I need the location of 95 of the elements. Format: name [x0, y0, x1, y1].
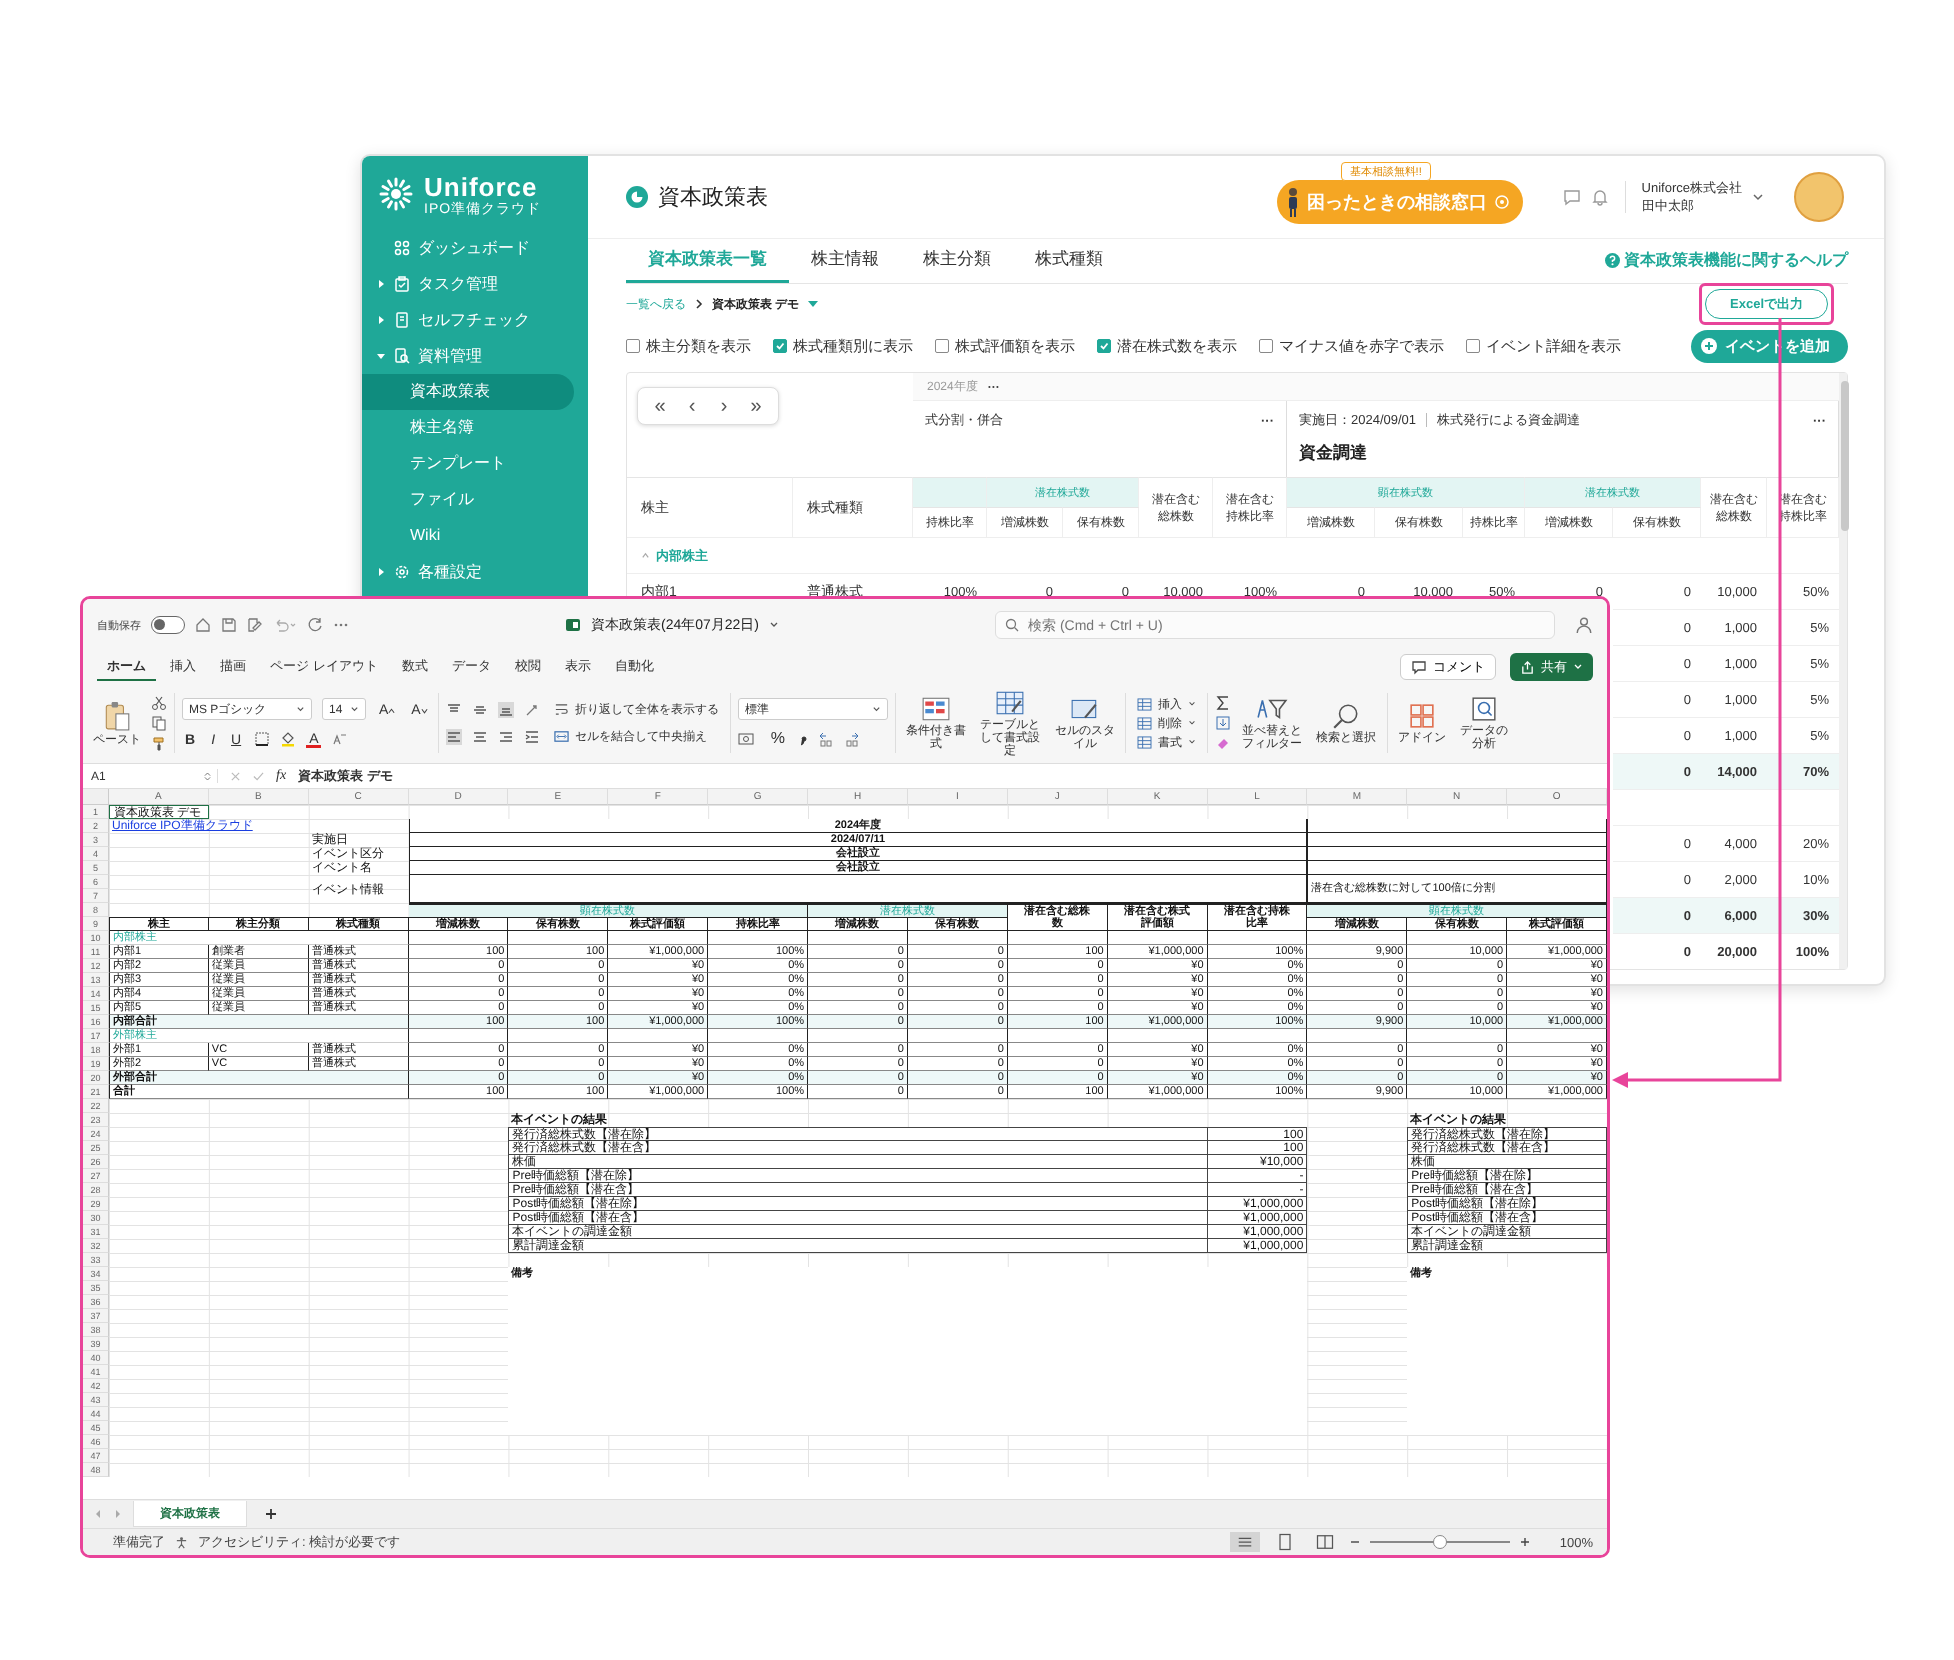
- event-category: 資金調達: [1299, 441, 1369, 464]
- data-analysis-icon: [1471, 696, 1498, 722]
- caret-icon: [376, 279, 386, 289]
- percent-button[interactable]: %: [767, 730, 788, 748]
- share-icon: [1520, 659, 1535, 675]
- zoom-in-icon[interactable]: [1519, 1537, 1530, 1547]
- save-icon[interactable]: [221, 617, 237, 633]
- sort-filter-icon: [1256, 696, 1289, 722]
- sidebar-label: ダッシュボード: [418, 237, 530, 259]
- conditional-format-icon: [920, 696, 951, 722]
- tab[interactable]: 株主分類: [901, 239, 1013, 283]
- caret-icon: [376, 567, 386, 577]
- chevron-down-icon: [1573, 662, 1583, 672]
- edit-icon[interactable]: [247, 617, 263, 633]
- sidebar-label: 資料管理: [418, 345, 482, 367]
- previous-sheet-icon[interactable]: [93, 1509, 103, 1519]
- sidebar-item[interactable]: セルフチェック: [362, 302, 588, 338]
- autosave-toggle[interactable]: [151, 616, 185, 634]
- next-sheet-icon[interactable]: [113, 1509, 123, 1519]
- sidebar-item[interactable]: 資料管理: [362, 338, 588, 374]
- chart-circle-icon: [626, 186, 648, 208]
- grid-icon: [394, 240, 410, 256]
- sidebar-subitem[interactable]: ファイル: [362, 482, 574, 518]
- help-icon: [1605, 253, 1620, 268]
- tab[interactable]: 資本政策表一覧: [626, 239, 789, 283]
- sidebar-subitem[interactable]: テンプレート: [362, 446, 574, 482]
- align-left-icon[interactable]: [445, 728, 462, 745]
- format-painter-icon[interactable]: [151, 735, 167, 751]
- person-icon[interactable]: [1575, 616, 1593, 634]
- sum-icon[interactable]: [1214, 695, 1231, 711]
- header-band: [913, 477, 987, 507]
- sidebar-subitem[interactable]: Wiki: [362, 518, 574, 554]
- document-search-icon: [394, 348, 410, 364]
- pager-button[interactable]: ‹: [680, 394, 704, 418]
- sidebar-subitem[interactable]: 株主名簿: [362, 410, 574, 446]
- align-bottom-icon[interactable]: [497, 701, 514, 718]
- chevron-down-icon[interactable]: [1752, 191, 1764, 203]
- checkbox[interactable]: [1259, 339, 1273, 353]
- person-icon: [1286, 187, 1299, 217]
- checkbox[interactable]: [626, 339, 640, 353]
- clipboard-icon: [394, 276, 410, 292]
- logo-wordmark: Uniforce: [424, 172, 540, 201]
- redo-icon[interactable]: [307, 617, 323, 633]
- home-icon[interactable]: [195, 617, 211, 633]
- bell-icon[interactable]: [1590, 188, 1609, 206]
- chevron-right-icon: [694, 299, 704, 309]
- pager-button[interactable]: ›: [712, 394, 736, 418]
- normal-view-icon[interactable]: [1229, 1532, 1260, 1552]
- cell-style-icon: [1069, 696, 1100, 722]
- add-ins-icon: [1408, 702, 1435, 729]
- checkbox[interactable]: [1097, 339, 1111, 353]
- search-icon: [1005, 618, 1019, 632]
- sidebar-subitem[interactable]: 資本政策表: [362, 374, 574, 410]
- chevron-down-icon[interactable]: [769, 620, 780, 630]
- avatar[interactable]: [1794, 172, 1844, 222]
- plus-circle-icon: [1701, 338, 1717, 354]
- table-format-icon: [995, 689, 1026, 716]
- dropdown-caret-icon[interactable]: [807, 300, 820, 308]
- help-link[interactable]: 資本政策表機能に関するヘルプ: [1605, 250, 1848, 283]
- sidebar-item[interactable]: タスク管理: [362, 266, 588, 302]
- indent-icon[interactable]: [523, 728, 540, 745]
- align-middle-icon[interactable]: [471, 701, 488, 718]
- checkbox[interactable]: [773, 339, 787, 353]
- chat-circle-icon: [1494, 195, 1509, 209]
- plus-icon[interactable]: [265, 1508, 277, 1520]
- chat-icon[interactable]: [1562, 188, 1581, 206]
- pager-button[interactable]: «: [648, 394, 672, 418]
- gear-icon: [394, 564, 410, 580]
- sidebar-label: タスク管理: [418, 273, 498, 295]
- eraser-icon[interactable]: [1214, 735, 1231, 751]
- align-center-icon[interactable]: [471, 728, 488, 745]
- checkbox[interactable]: [935, 339, 949, 353]
- tab[interactable]: 株主情報: [789, 239, 901, 283]
- checkbox[interactable]: [1466, 339, 1480, 353]
- speech-bubble-icon: [1411, 659, 1427, 675]
- caret-icon: [376, 315, 386, 325]
- sidebar-item[interactable]: 各種設定: [362, 554, 588, 590]
- align-right-icon[interactable]: [497, 728, 514, 745]
- pager-button[interactable]: »: [744, 394, 768, 418]
- page-title: 資本政策表: [658, 182, 768, 212]
- zoom-out-icon[interactable]: [1349, 1537, 1360, 1547]
- align-top-icon[interactable]: [445, 701, 462, 718]
- copy-icon[interactable]: [151, 715, 167, 731]
- search-icon: [1331, 702, 1362, 729]
- zoom-thumb[interactable]: [1432, 1535, 1447, 1549]
- sidebar-label: セルフチェック: [418, 309, 530, 331]
- sun-logo-icon: [376, 174, 416, 214]
- caret-icon: [376, 351, 386, 361]
- sidebar-label: 各種設定: [418, 561, 482, 583]
- tab[interactable]: 株式種類: [1013, 239, 1125, 283]
- spreadsheet-file-icon: [565, 617, 581, 633]
- document-icon: [394, 312, 410, 328]
- text-orientation-icon[interactable]: [523, 701, 540, 718]
- clipboard-icon: [104, 700, 130, 731]
- sidebar-item[interactable]: ダッシュボード: [362, 230, 588, 266]
